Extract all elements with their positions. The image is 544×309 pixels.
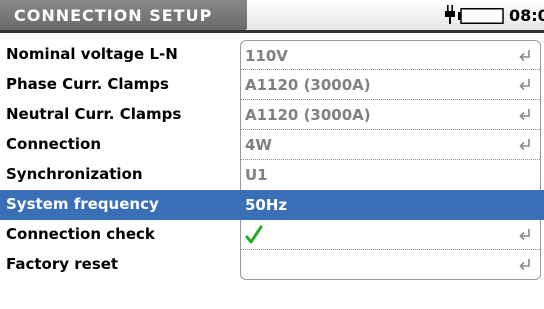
setting-value: 110V — [245, 47, 288, 65]
enter-icon[interactable] — [518, 227, 534, 243]
setting-row-phase-clamps[interactable]: Phase Curr. Clamps A1120 (3000A) — [0, 70, 544, 100]
battery-icon — [458, 8, 504, 24]
enter-icon[interactable] — [518, 107, 534, 123]
setting-row-neutral-clamps[interactable]: Neutral Curr. Clamps A1120 (3000A) — [0, 100, 544, 130]
setting-label: Phase Curr. Clamps — [6, 75, 169, 93]
clock: 08:08 — [509, 6, 544, 25]
setting-row-nominal-voltage[interactable]: Nominal voltage L-N 110V — [0, 40, 544, 70]
enter-icon[interactable] — [518, 77, 534, 93]
setting-label: System frequency — [6, 195, 159, 213]
setting-value: 50Hz — [245, 196, 288, 214]
enter-icon[interactable] — [518, 257, 534, 273]
setting-row-factory-reset[interactable]: Factory reset — [0, 250, 544, 280]
setting-label: Nominal voltage L-N — [6, 45, 178, 63]
header-divider — [0, 30, 544, 33]
setting-row-system-frequency[interactable]: System frequency 50Hz — [0, 190, 544, 220]
setting-value-cell[interactable]: A1120 (3000A) — [240, 100, 541, 130]
setting-value: U1 — [245, 166, 268, 184]
setting-value: A1120 (3000A) — [245, 76, 371, 94]
enter-icon[interactable] — [518, 48, 534, 64]
page-title: CONNECTION SETUP — [0, 0, 247, 30]
enter-icon[interactable] — [518, 137, 534, 153]
setting-row-synchronization[interactable]: Synchronization U1 — [0, 160, 544, 190]
setting-value: A1120 (3000A) — [245, 106, 371, 124]
setting-label: Neutral Curr. Clamps — [6, 105, 182, 123]
setting-value-cell[interactable]: 4W — [240, 130, 541, 160]
setting-label: Factory reset — [6, 255, 119, 273]
setting-label: Connection — [6, 135, 102, 153]
setting-value: 4W — [245, 136, 272, 154]
setting-value-cell[interactable]: U1 — [240, 160, 541, 190]
setting-value-cell[interactable] — [240, 220, 541, 250]
check-icon — [245, 225, 263, 244]
setting-value-cell[interactable] — [240, 250, 541, 280]
setting-row-connection[interactable]: Connection 4W — [0, 130, 544, 160]
settings-list: Nominal voltage L-N 110V Phase Curr. Cla… — [0, 40, 544, 280]
setting-value-cell[interactable]: A1120 (3000A) — [240, 70, 541, 100]
setting-label: Connection check — [6, 225, 155, 243]
setting-row-connection-check[interactable]: Connection check — [0, 220, 544, 250]
setting-value-cell[interactable]: 110V — [240, 40, 541, 70]
title-bar: CONNECTION SETUP 08:08 — [0, 0, 544, 30]
setting-label: Synchronization — [6, 165, 143, 183]
setting-value-cell[interactable]: 50Hz — [240, 190, 541, 220]
power-plug-icon — [445, 5, 455, 24]
